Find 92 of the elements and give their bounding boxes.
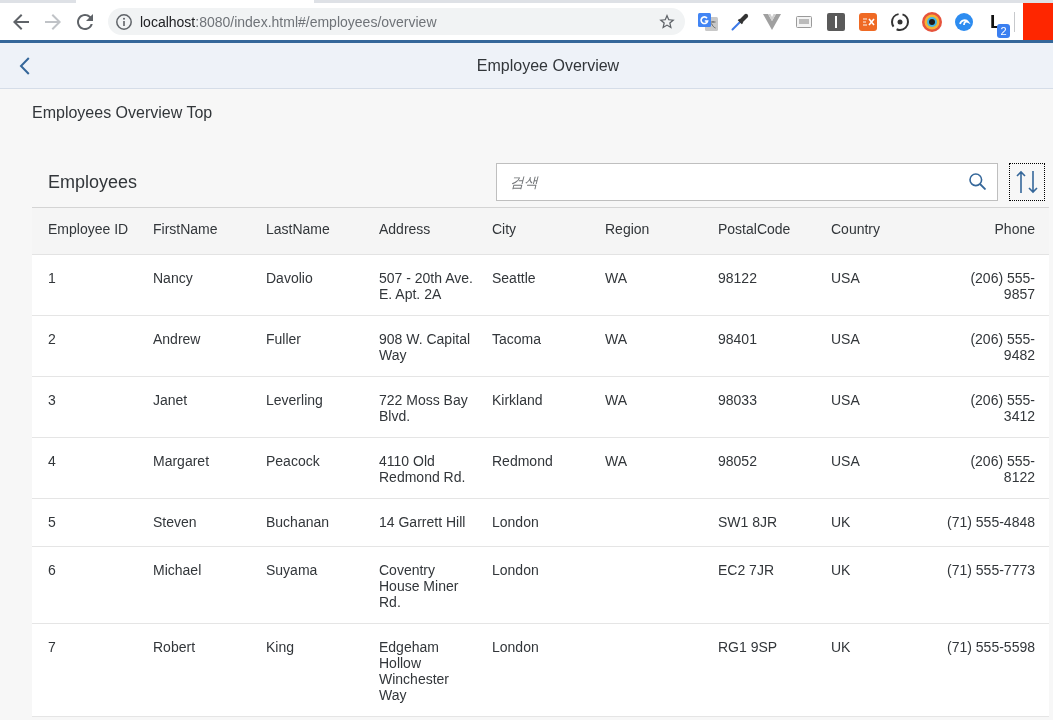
bar-tile-icon[interactable] xyxy=(827,12,845,31)
table-cell: Davolio xyxy=(258,255,371,316)
table-cell: Peacock xyxy=(258,438,371,499)
table-cell: 722 Moss Bay Blvd. xyxy=(371,377,484,438)
table-cell: London xyxy=(484,624,597,717)
table-cell: 4 xyxy=(32,438,145,499)
table-cell: 4110 Old Redmond Rd. xyxy=(371,438,484,499)
sort-button[interactable] xyxy=(1009,163,1045,201)
table-cell: London xyxy=(484,499,597,547)
table-cell: Suyama xyxy=(258,547,371,624)
sort-arrows-icon xyxy=(1016,170,1038,194)
table-cell: (206) 555-8122 xyxy=(936,438,1049,499)
table-cell: USA xyxy=(823,438,936,499)
swirl-icon[interactable] xyxy=(955,12,973,31)
table-cell: WA xyxy=(597,377,710,438)
table-cell: King xyxy=(258,624,371,717)
table-cell: 98052 xyxy=(710,438,823,499)
reload-icon[interactable] xyxy=(77,13,93,30)
table-cell: Margaret xyxy=(145,438,258,499)
table-cell: WA xyxy=(597,438,710,499)
info-icon[interactable] xyxy=(116,13,132,30)
table-cell: USA xyxy=(823,316,936,377)
table-cell: Buchanan xyxy=(258,499,371,547)
table-cell: WA xyxy=(597,316,710,377)
screen-icon[interactable] xyxy=(796,15,812,28)
table-cell: UK xyxy=(823,547,936,624)
table-cell: Edgeham Hollow Winchester Way xyxy=(371,624,484,717)
column-header: Phone xyxy=(936,207,1049,255)
search-icon[interactable] xyxy=(969,173,986,190)
table-cell: 98033 xyxy=(710,377,823,438)
table-cell: Kirkland xyxy=(484,377,597,438)
table-cell: Andrew xyxy=(145,316,258,377)
table-cell: Nancy xyxy=(145,255,258,316)
table-cell: UK xyxy=(823,624,936,717)
account-tile[interactable] xyxy=(1023,3,1053,40)
column-header: PostalCode xyxy=(710,207,823,255)
table-cell: 2 xyxy=(32,316,145,377)
table-cell: Steven xyxy=(145,499,258,547)
column-header: LastName xyxy=(258,207,371,255)
back-arrow-icon[interactable] xyxy=(13,13,29,30)
table-cell: 908 W. Capital Way xyxy=(371,316,484,377)
dashed-circle-icon[interactable] xyxy=(891,12,909,31)
eyedropper-icon[interactable] xyxy=(731,12,749,31)
column-header: FirstName xyxy=(145,207,258,255)
table-title: Employees xyxy=(47,171,139,193)
table-cell: Michael xyxy=(145,547,258,624)
table-cell: Tacoma xyxy=(484,316,597,377)
table-cell: 5 xyxy=(32,499,145,547)
table-cell: 507 - 20th Ave. E. Apt. 2A xyxy=(371,255,484,316)
table-cell: 98122 xyxy=(710,255,823,316)
table-cell: WA xyxy=(597,255,710,316)
table-cell: (206) 555-9482 xyxy=(936,316,1049,377)
search-field[interactable]: 검색 xyxy=(496,163,998,201)
column-header: Region xyxy=(597,207,710,255)
table-cell: 7 xyxy=(32,624,145,717)
table-cell: EC2 7JR xyxy=(710,547,823,624)
table-cell: Robert xyxy=(145,624,258,717)
table-cell: SW1 8JR xyxy=(710,499,823,547)
table-cell: (71) 555-7773 xyxy=(936,547,1049,624)
table-cell: Fuller xyxy=(258,316,371,377)
table-cell: 1 xyxy=(32,255,145,316)
x-tile-icon[interactable] xyxy=(859,12,877,31)
table-cell: USA xyxy=(823,377,936,438)
table-cell: 3 xyxy=(32,377,145,438)
count-badge: 2 xyxy=(997,23,1010,38)
table-cell: Coventry House Miner Rd. xyxy=(371,547,484,624)
page-title: Employee Overview xyxy=(475,55,621,76)
column-header: Country xyxy=(823,207,936,255)
table-cell: RG1 9SP xyxy=(710,624,823,717)
column-header: City xyxy=(484,207,597,255)
table-cell: Redmond xyxy=(484,438,597,499)
target-icon[interactable] xyxy=(922,11,942,32)
table-cell: (71) 555-4848 xyxy=(936,499,1049,547)
table-cell: (206) 555-9857 xyxy=(936,255,1049,316)
table-cell: 6 xyxy=(32,547,145,624)
v-logo-icon[interactable] xyxy=(763,13,781,30)
table-cell: Seattle xyxy=(484,255,597,316)
table-cell: (206) 555-3412 xyxy=(936,377,1049,438)
page-heading: Employees Overview Top xyxy=(32,103,214,123)
column-header: Address xyxy=(371,207,484,255)
table-cell: 98401 xyxy=(710,316,823,377)
chevron-left-icon[interactable] xyxy=(18,56,30,75)
star-icon[interactable] xyxy=(659,14,675,29)
table-cell: Janet xyxy=(145,377,258,438)
table-cell: Leverling xyxy=(258,377,371,438)
table-cell: (71) 555-5598 xyxy=(936,624,1049,717)
column-header: Employee ID xyxy=(32,207,145,255)
table-cell: UK xyxy=(823,499,936,547)
table-cell: 14 Garrett Hill xyxy=(371,499,484,547)
table-cell: USA xyxy=(823,255,936,316)
translate-icon[interactable] xyxy=(698,12,718,31)
table-cell: London xyxy=(484,547,597,624)
